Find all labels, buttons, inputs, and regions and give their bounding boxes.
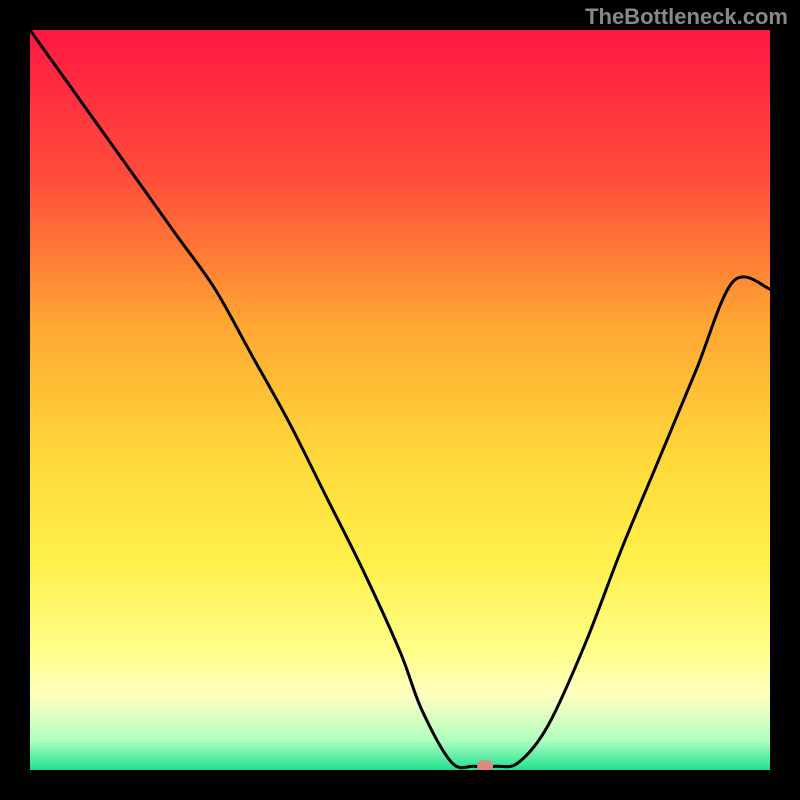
chart-svg [30,30,770,770]
chart-frame: TheBottleneck.com [0,0,800,800]
chart-marker [477,760,493,770]
chart-background-gradient [30,30,770,770]
chart-plot-area [30,30,770,770]
watermark-text: TheBottleneck.com [585,4,788,30]
